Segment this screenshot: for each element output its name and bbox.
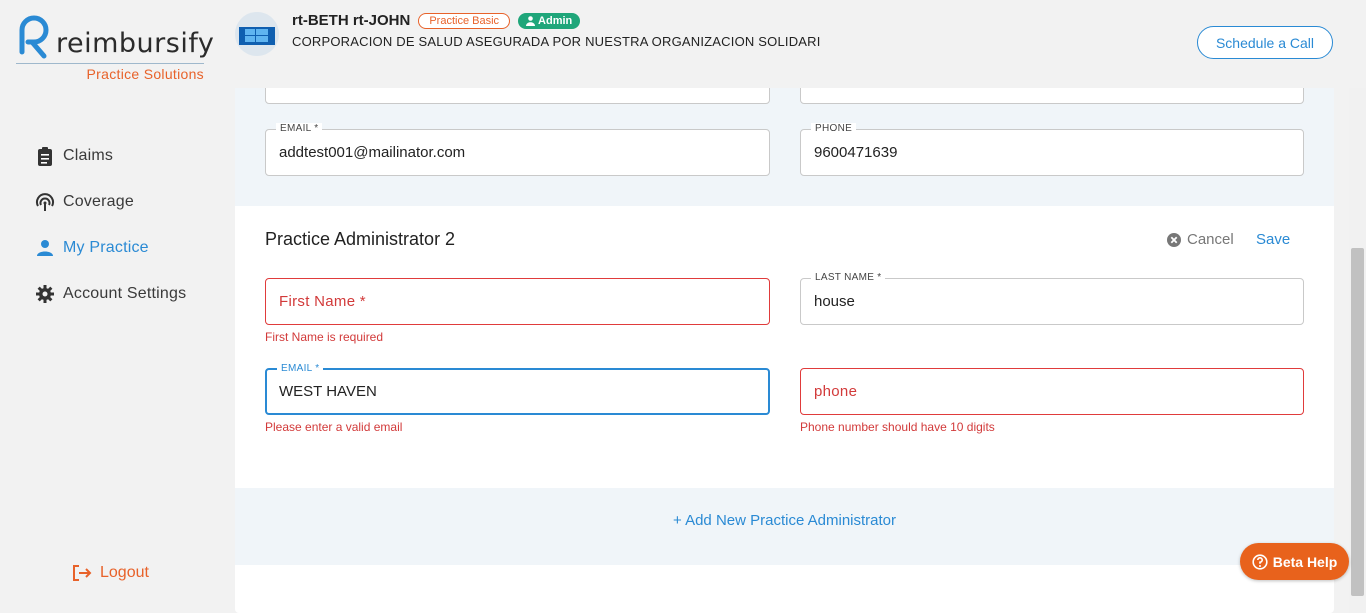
- coverage-icon: [35, 192, 55, 212]
- admin1-phone-field[interactable]: PHONE: [800, 123, 1304, 176]
- reimbursify-logo-icon: [19, 15, 49, 59]
- main-content: EMAIL * PHONE Practice Administrator 2 C…: [235, 88, 1334, 613]
- sidebar-item-claims[interactable]: Claims: [35, 133, 186, 179]
- admin-badge-label: Admin: [538, 14, 573, 27]
- person-icon: [526, 15, 536, 26]
- windows-logo-icon: [235, 12, 279, 56]
- sidebar-item-label: Coverage: [63, 193, 134, 210]
- beta-help-label: Beta Help: [1272, 553, 1338, 570]
- sidebar-item-label: My Practice: [63, 239, 149, 256]
- help-circle-icon: [1252, 553, 1268, 570]
- user-line: rt-BETH rt-JOHN Practice Basic Admin: [292, 12, 581, 29]
- admin1-last-name-field[interactable]: [800, 88, 1304, 104]
- gear-icon: [35, 284, 55, 304]
- admin1-email-field[interactable]: EMAIL *: [265, 123, 770, 176]
- add-new-practice-administrator-button[interactable]: + Add New Practice Administrator: [235, 512, 1334, 529]
- cancel-label: Cancel: [1187, 231, 1234, 248]
- admin2-first-name-error: First Name is required: [265, 330, 384, 344]
- sidebar-item-label: Claims: [63, 147, 114, 164]
- brand-subtitle: Practice Solutions: [86, 66, 204, 82]
- admin2-section-title: Practice Administrator 2: [265, 229, 456, 249]
- sidebar-item-account-settings[interactable]: Account Settings: [35, 271, 186, 317]
- admin2-last-name-field[interactable]: LAST NAME *: [800, 272, 1304, 325]
- admin2-email-field[interactable]: EMAIL *: [265, 363, 770, 415]
- admin1-last-name-input[interactable]: [814, 88, 1290, 103]
- logout-button[interactable]: Logout: [72, 564, 149, 582]
- admin1-email-input[interactable]: [279, 130, 756, 175]
- admin-badge: Admin: [518, 12, 581, 29]
- logout-icon: [72, 564, 92, 582]
- user-name: rt-BETH rt-JOHN: [292, 12, 411, 29]
- sidebar-item-my-practice[interactable]: My Practice: [35, 225, 186, 271]
- brand-logo[interactable]: reimbursify Practice Solutions: [14, 8, 214, 88]
- admin1-phone-input[interactable]: [814, 130, 1290, 175]
- close-circle-icon: [1167, 232, 1181, 247]
- sidebar-nav: Claims Coverage My Practice Account Sett…: [35, 133, 186, 317]
- save-button[interactable]: Save: [1256, 231, 1290, 248]
- admin2-first-name-field[interactable]: [265, 278, 770, 325]
- admin2-email-input[interactable]: [279, 370, 754, 413]
- sidebar-item-coverage[interactable]: Coverage: [35, 179, 186, 225]
- brand-divider: [16, 63, 204, 64]
- beta-help-button[interactable]: Beta Help: [1240, 543, 1349, 580]
- organization-name: CORPORACION DE SALUD ASEGURADA POR NUEST…: [292, 34, 821, 49]
- top-header: rt-BETH rt-JOHN Practice Basic Admin COR…: [235, 0, 1366, 88]
- clipboard-icon: [35, 146, 55, 166]
- admin2-first-name-input[interactable]: [279, 279, 756, 324]
- org-avatar: [235, 12, 279, 56]
- sidebar: reimbursify Practice Solutions Claims Co…: [0, 0, 235, 613]
- sidebar-item-label: Account Settings: [63, 285, 187, 302]
- admin2-last-name-input[interactable]: [814, 279, 1290, 324]
- scrollbar-thumb[interactable]: [1351, 248, 1364, 596]
- brand-name: reimbursify: [56, 28, 215, 59]
- cancel-button[interactable]: Cancel: [1167, 231, 1234, 248]
- practice-admin-1-section: EMAIL * PHONE: [235, 88, 1334, 206]
- admin1-first-name-input[interactable]: [279, 88, 756, 103]
- admin2-phone-error: Phone number should have 10 digits: [800, 420, 995, 434]
- logout-label: Logout: [100, 564, 149, 581]
- admin2-phone-input[interactable]: [814, 369, 1290, 414]
- admin2-phone-field[interactable]: [800, 368, 1304, 415]
- admin2-email-error: Please enter a valid email: [265, 420, 403, 434]
- admin1-first-name-field[interactable]: [265, 88, 770, 104]
- schedule-call-button[interactable]: Schedule a Call: [1197, 26, 1333, 59]
- plan-badge: Practice Basic: [418, 12, 511, 29]
- person-icon: [35, 238, 55, 258]
